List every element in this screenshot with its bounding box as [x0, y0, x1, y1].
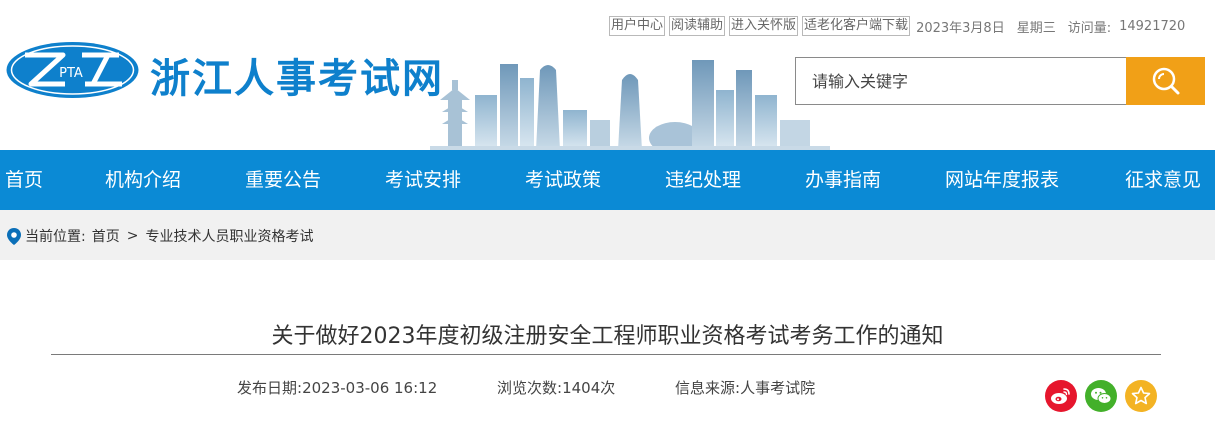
- visits-count: 14921720: [1119, 18, 1186, 34]
- nav-feedback[interactable]: 征求意见: [1125, 150, 1201, 210]
- share-weibo-button[interactable]: [1045, 380, 1077, 412]
- add-favorite-button[interactable]: [1125, 380, 1157, 412]
- nav-service-guide[interactable]: 办事指南: [805, 150, 881, 210]
- header: 用户中心 阅读辅助 进入关怀版 适老化客户端下载 2023年3月8日 星期三 访…: [0, 0, 1215, 150]
- site-logo[interactable]: PTA: [5, 41, 140, 99]
- share-wechat-button[interactable]: [1085, 380, 1117, 412]
- nav-exam-schedule[interactable]: 考试安排: [385, 150, 461, 210]
- publish-date-label: 发布日期:: [237, 379, 303, 397]
- user-center-link[interactable]: 用户中心: [609, 16, 666, 36]
- favorite-star-icon: [1131, 386, 1151, 405]
- elderly-client-download-link[interactable]: 适老化客户端下载: [802, 16, 911, 36]
- info-source-label: 信息来源:: [675, 379, 741, 397]
- nav-annual-report[interactable]: 网站年度报表: [945, 150, 1059, 210]
- title-divider: [51, 354, 1161, 355]
- breadcrumb-separator: >: [126, 228, 139, 244]
- breadcrumb-bar: 当前位置: 首页 > 专业技术人员职业资格考试: [0, 210, 1215, 260]
- location-pin-icon: [7, 227, 21, 245]
- reading-assist-link[interactable]: 阅读辅助: [669, 16, 726, 36]
- search-icon: [1152, 67, 1179, 95]
- breadcrumb-label: 当前位置:: [25, 229, 86, 245]
- nav-violation-handling[interactable]: 违纪处理: [665, 150, 741, 210]
- breadcrumb: 当前位置: 首页 > 专业技术人员职业资格考试: [7, 226, 313, 246]
- current-date: 2023年3月8日: [916, 20, 1005, 36]
- search-button[interactable]: [1126, 57, 1205, 105]
- breadcrumb-current[interactable]: 专业技术人员职业资格考试: [145, 226, 313, 246]
- publish-date: 发布日期:2023-03-06 16:12: [237, 377, 437, 398]
- nav-home[interactable]: 首页: [5, 150, 43, 210]
- weibo-icon: [1051, 388, 1070, 404]
- logo-text: PTA: [59, 66, 83, 81]
- publish-date-value: 2023-03-06 16:12: [302, 379, 438, 397]
- nav-announcements[interactable]: 重要公告: [245, 150, 321, 210]
- info-source-value: 人事考试院: [740, 379, 816, 397]
- article-title: 关于做好2023年度初级注册安全工程师职业资格考试考务工作的通知: [271, 324, 944, 349]
- nav-exam-policy[interactable]: 考试政策: [525, 150, 601, 210]
- nav-organization[interactable]: 机构介绍: [105, 150, 181, 210]
- top-utility-bar: 用户中心 阅读辅助 进入关怀版 适老化客户端下载 2023年3月8日 星期三 访…: [609, 16, 1185, 36]
- info-source: 信息来源:人事考试院: [675, 377, 815, 398]
- view-count-label: 浏览次数:: [497, 379, 563, 397]
- site-name: 浙江人事考试网: [150, 56, 444, 102]
- main-navigation: 首页 机构介绍 重要公告 考试安排 考试政策 违纪处理 办事指南 网站年度报表 …: [0, 150, 1215, 210]
- care-version-link[interactable]: 进入关怀版: [729, 16, 799, 36]
- search-input[interactable]: [796, 58, 1126, 104]
- wechat-icon: [1091, 388, 1112, 404]
- view-count-value: 1404次: [562, 379, 616, 397]
- current-weekday: 星期三: [1016, 20, 1056, 36]
- breadcrumb-home-link[interactable]: 首页: [92, 226, 120, 246]
- search-box: [795, 57, 1126, 105]
- visits-label: 访问量:: [1067, 20, 1112, 36]
- city-skyline-illustration: [430, 60, 830, 150]
- view-count: 浏览次数:1404次: [497, 377, 615, 398]
